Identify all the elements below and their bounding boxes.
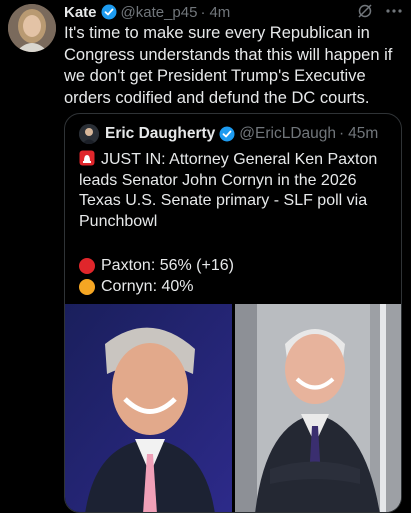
quote-headline: JUST IN: Attorney General Ken Paxton lea…	[79, 151, 378, 230]
tweet-header: Kate @kate_p45 · 4m	[64, 2, 403, 22]
quote-text: JUST IN: Attorney General Ken Paxton lea…	[79, 150, 394, 232]
author-handle[interactable]: @kate_p45	[121, 4, 198, 21]
verified-badge-icon	[101, 4, 117, 20]
separator-dot: ·	[200, 3, 206, 21]
timestamp[interactable]: 4m	[209, 4, 230, 21]
quote-timestamp[interactable]: 45m	[348, 125, 378, 143]
separator-dot: ·	[339, 125, 345, 142]
quote-avatar[interactable]	[79, 124, 99, 144]
quote-author-handle[interactable]: @EricLDaugh	[239, 125, 336, 143]
quote-header: Eric Daugherty @EricLDaugh · 45m	[79, 124, 378, 144]
author-name[interactable]: Kate	[64, 4, 97, 21]
red-circle-icon	[79, 258, 95, 274]
orange-circle-icon	[79, 279, 95, 295]
avatar[interactable]	[8, 4, 56, 52]
siren-emoji-icon	[79, 150, 95, 166]
media-photo-paxton[interactable]	[65, 304, 232, 512]
quote-author-name[interactable]: Eric Daugherty	[105, 125, 215, 143]
poll-line-paxton: Paxton: 56% (+16)	[79, 257, 234, 275]
poll-line-cornyn: Cornyn: 40%	[79, 278, 194, 296]
grok-icon[interactable]	[357, 3, 373, 19]
poll-label-cornyn: Cornyn: 40%	[101, 278, 194, 295]
tweet-text: It's time to make sure every Republican …	[64, 24, 393, 107]
quoted-tweet[interactable]: Eric Daugherty @EricLDaugh · 45m JUST IN…	[64, 113, 402, 513]
media-photo-cornyn[interactable]	[235, 304, 401, 512]
poll-label-paxton: Paxton: 56% (+16)	[101, 257, 234, 274]
verified-badge-icon	[219, 126, 235, 142]
more-options-icon[interactable]	[385, 2, 403, 20]
